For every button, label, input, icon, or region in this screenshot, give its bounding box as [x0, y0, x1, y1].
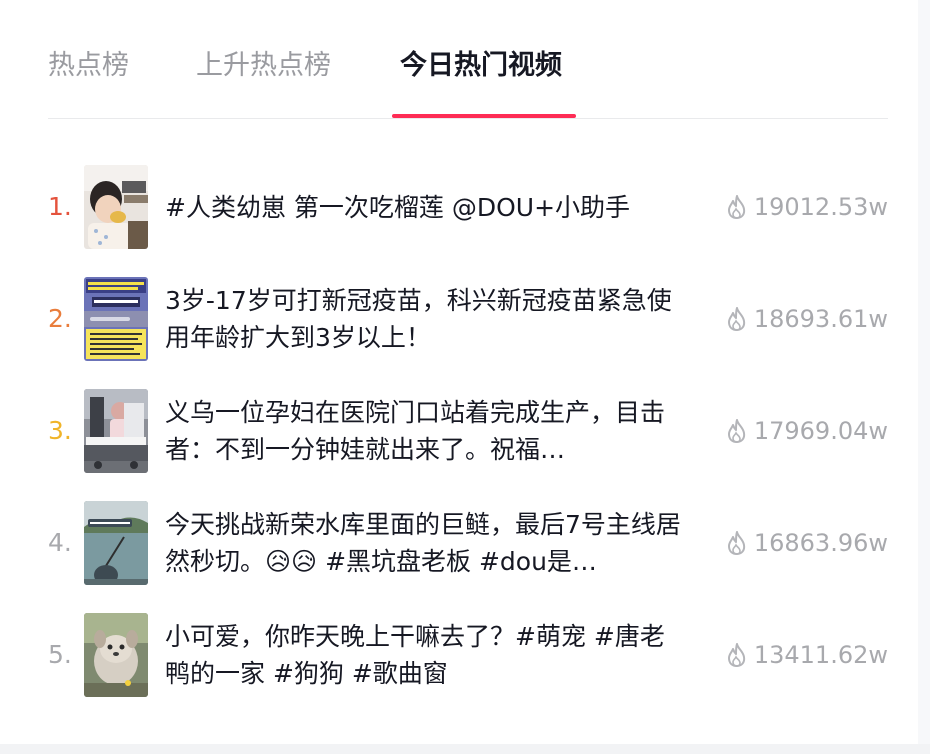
vaccine-news-thumbnail[interactable] — [84, 277, 148, 361]
hospital-birth-thumbnail[interactable] — [84, 389, 148, 473]
active-tab-indicator — [392, 114, 576, 118]
video-title[interactable]: 义乌一位孕妇在医院门口站着完成生产，目击者：不到一分钟娃就出来了。祝福… — [165, 387, 685, 475]
heat-value: 18693.61w — [726, 275, 888, 363]
flame-icon — [727, 531, 745, 555]
rank-number: 3. — [48, 416, 72, 445]
rank-number: 4. — [48, 528, 72, 557]
list-item[interactable]: 2. 3岁-17岁可打新冠疫苗，科兴新冠疫苗紧急使用年龄扩大到3岁以上！ 186… — [48, 275, 888, 363]
flame-icon — [727, 307, 745, 331]
video-title[interactable]: 小可爱，你昨天晚上干嘛去了？#萌宠 #唐老鸭的一家 #狗狗 #歌曲窗 — [165, 611, 685, 699]
video-title[interactable]: #人类幼崽 第一次吃榴莲 @DOU+小助手 — [165, 163, 685, 251]
toddler-eating-durian-thumbnail[interactable] — [84, 165, 148, 249]
tab-rising-hot-list[interactable]: 上升热点榜 — [196, 46, 331, 118]
bottom-edge-strip — [0, 744, 930, 754]
heat-value: 17969.04w — [726, 387, 888, 475]
heat-value: 13411.62w — [726, 611, 888, 699]
list-item[interactable]: 4. 今天挑战新荣水库里面的巨鲢，最后7号主线居然秒切。😥😥 #黑坑盘老板 #d… — [48, 499, 888, 587]
flame-icon — [727, 643, 745, 667]
tab-bar: 热点榜 上升热点榜 今日热门视频 — [48, 46, 888, 119]
video-title[interactable]: 今天挑战新荣水库里面的巨鲢，最后7号主线居然秒切。😥😥 #黑坑盘老板 #dou是… — [165, 499, 685, 587]
flame-icon — [727, 195, 745, 219]
tab-today-hot-videos[interactable]: 今日热门视频 — [400, 46, 562, 118]
flame-icon — [727, 419, 745, 443]
hot-list-panel: 热点榜 上升热点榜 今日热门视频 1. #人类幼崽 第一次吃榴莲 @DOU+小助… — [0, 0, 930, 754]
tab-hot-list[interactable]: 热点榜 — [48, 46, 129, 118]
rank-number: 1. — [48, 192, 72, 221]
heat-value: 19012.53w — [726, 163, 888, 251]
right-edge-strip — [918, 0, 930, 754]
rank-number: 5. — [48, 640, 72, 669]
list-item[interactable]: 5. 小可爱，你昨天晚上干嘛去了？#萌宠 #唐老鸭的一家 #狗狗 #歌曲窗 13… — [48, 611, 888, 699]
cute-puppy-thumbnail[interactable] — [84, 613, 148, 697]
fishing-reservoir-thumbnail[interactable] — [84, 501, 148, 585]
rank-number: 2. — [48, 304, 72, 333]
heat-value: 16863.96w — [726, 499, 888, 587]
list-item[interactable]: 1. #人类幼崽 第一次吃榴莲 @DOU+小助手 19012.53w — [48, 163, 888, 251]
list-item[interactable]: 3. 义乌一位孕妇在医院门口站着完成生产，目击者：不到一分钟娃就出来了。祝福… … — [48, 387, 888, 475]
video-title[interactable]: 3岁-17岁可打新冠疫苗，科兴新冠疫苗紧急使用年龄扩大到3岁以上！ — [165, 275, 685, 363]
